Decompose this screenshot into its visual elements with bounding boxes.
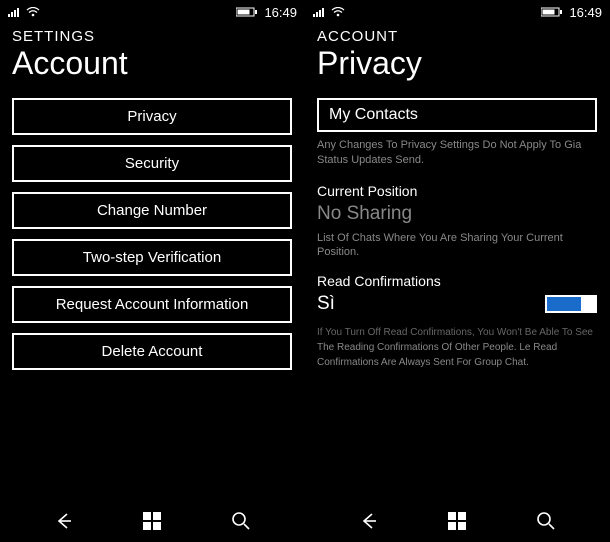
back-button[interactable] <box>349 501 389 541</box>
wifi-icon <box>26 7 40 17</box>
page-title: Privacy <box>317 45 598 82</box>
read-confirmations-row: Sì <box>317 293 597 315</box>
read-confirmations-toggle[interactable] <box>545 295 597 313</box>
security-button[interactable]: Security <box>12 145 292 182</box>
signal-icon <box>313 7 327 17</box>
status-right: 16:49 <box>236 5 297 20</box>
content-area: SETTINGS Account Privacy Security Change… <box>0 24 305 500</box>
status-bar: 16:49 <box>305 0 610 24</box>
two-step-verification-button[interactable]: Two-step Verification <box>12 239 292 276</box>
read-confirmations-value: Sì <box>317 293 335 315</box>
home-button[interactable] <box>437 501 477 541</box>
status-bar: 16:49 <box>0 0 305 24</box>
current-position-value[interactable]: No Sharing <box>317 203 598 225</box>
delete-account-button[interactable]: Delete Account <box>12 333 292 370</box>
battery-icon <box>236 7 258 17</box>
read-confirmations-label: Read Confirmations <box>317 273 598 289</box>
toggle-fill <box>547 297 581 311</box>
search-button[interactable] <box>526 501 566 541</box>
back-button[interactable] <box>44 501 84 541</box>
search-icon <box>231 511 251 531</box>
windows-icon <box>448 512 466 530</box>
screen-settings-account: 16:49 SETTINGS Account Privacy Security … <box>0 0 305 542</box>
read-confirmations-help: If You Turn Off Read Confirmations, You … <box>317 325 597 370</box>
current-position-help: List Of Chats Where You Are Sharing Your… <box>317 231 598 260</box>
battery-icon <box>541 7 563 17</box>
contacts-visibility-field[interactable]: My Contacts <box>317 98 597 132</box>
status-right: 16:49 <box>541 5 602 20</box>
toggle-handle <box>581 297 595 311</box>
contacts-help-text: Any Changes To Privacy Settings Do Not A… <box>317 138 597 169</box>
back-arrow-icon <box>358 510 380 532</box>
page-title: Account <box>12 45 293 82</box>
status-left <box>8 7 40 17</box>
current-position-label: Current Position <box>317 183 598 199</box>
wifi-icon <box>331 7 345 17</box>
search-button[interactable] <box>221 501 261 541</box>
search-icon <box>536 511 556 531</box>
status-time: 16:49 <box>264 5 297 20</box>
request-account-info-button[interactable]: Request Account Information <box>12 286 292 323</box>
signal-icon <box>8 7 22 17</box>
status-left <box>313 7 345 17</box>
back-arrow-icon <box>53 510 75 532</box>
read-help-line2: The Reading Confirmations Of Other Peopl… <box>317 342 530 353</box>
nav-bar <box>0 500 305 542</box>
breadcrumb: SETTINGS <box>12 28 293 45</box>
content-area: ACCOUNT Privacy My Contacts Any Changes … <box>305 24 610 500</box>
breadcrumb: ACCOUNT <box>317 28 598 45</box>
screen-privacy: 16:49 ACCOUNT Privacy My Contacts Any Ch… <box>305 0 610 542</box>
read-help-line1: If You Turn Off Read Confirmations, You … <box>317 327 593 338</box>
nav-bar <box>305 500 610 542</box>
home-button[interactable] <box>132 501 172 541</box>
status-time: 16:49 <box>569 5 602 20</box>
privacy-button[interactable]: Privacy <box>12 98 292 135</box>
change-number-button[interactable]: Change Number <box>12 192 292 229</box>
windows-icon <box>143 512 161 530</box>
